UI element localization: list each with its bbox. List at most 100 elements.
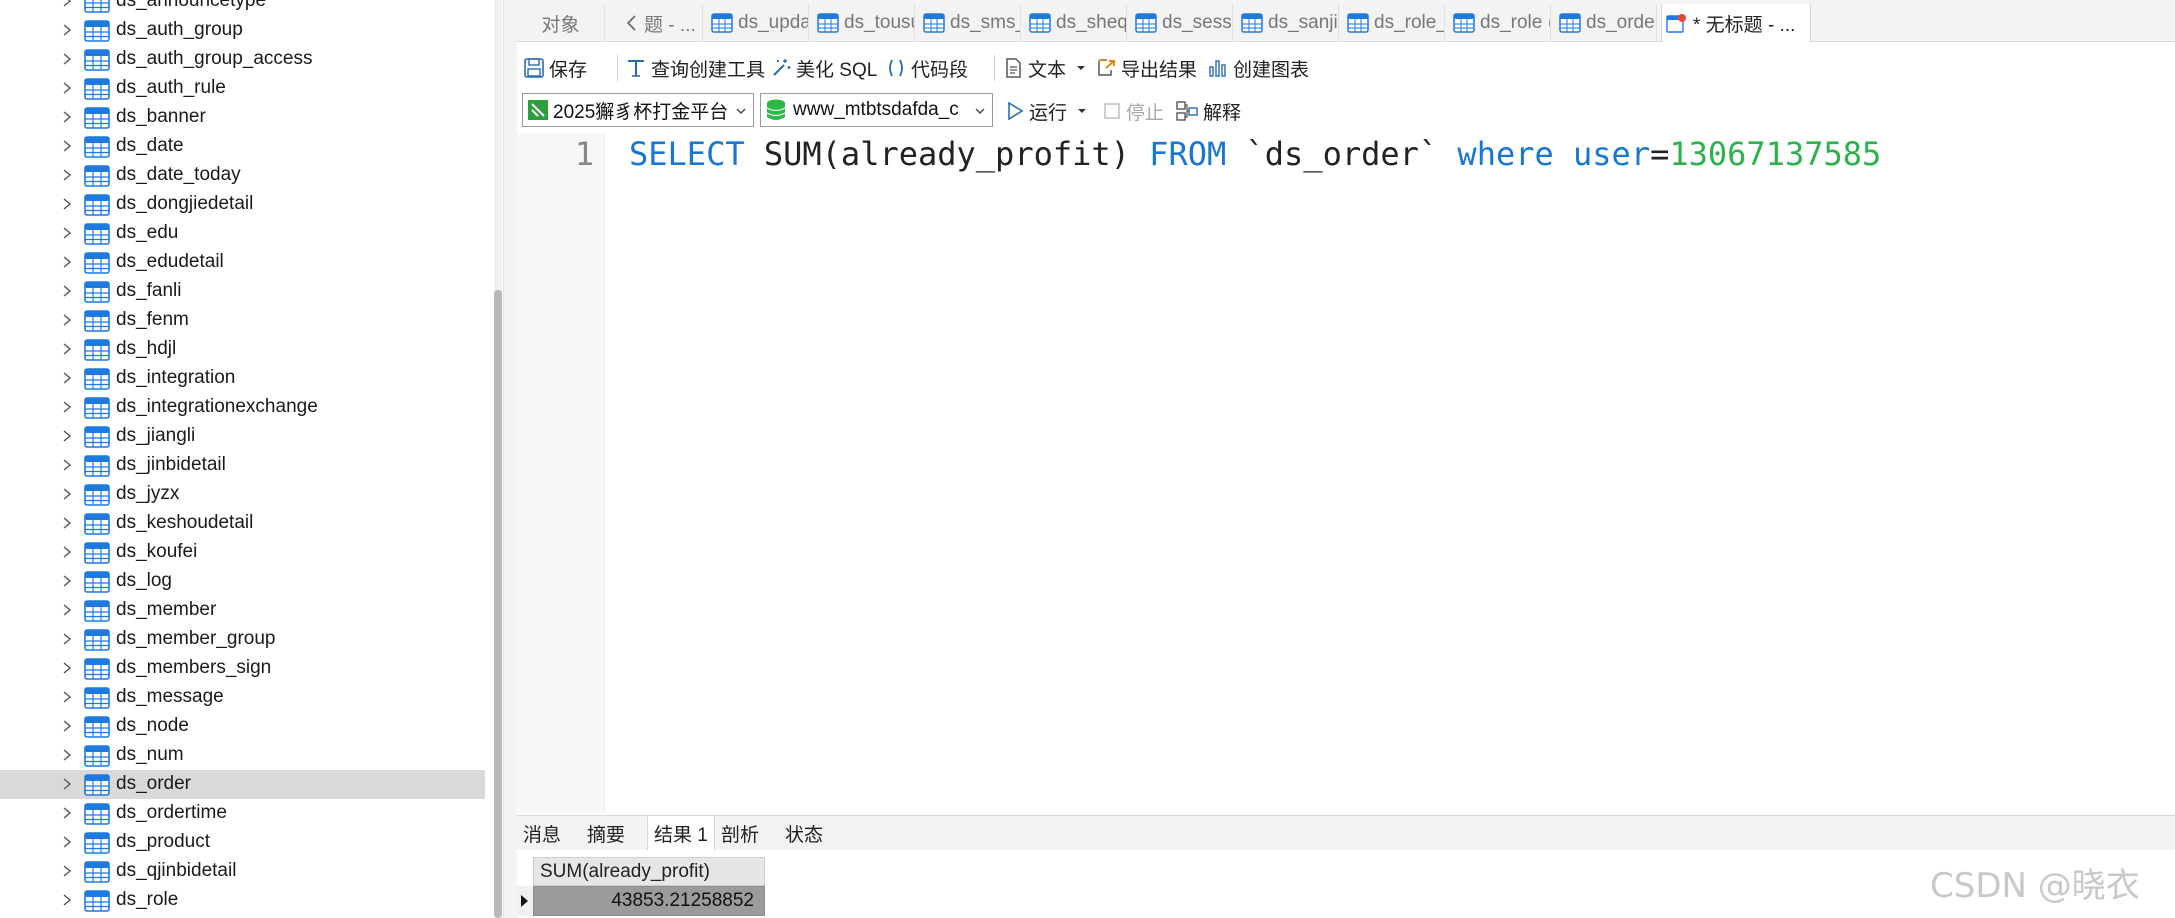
chevron-right-icon[interactable] xyxy=(60,777,74,791)
tab-item[interactable]: ds_sms_lo... xyxy=(919,4,1021,42)
chevron-right-icon[interactable] xyxy=(60,52,74,66)
chevron-right-icon[interactable] xyxy=(60,255,74,269)
tree-item[interactable]: ds_integrationexchange xyxy=(0,393,485,422)
tree-item[interactable]: ds_ordertime xyxy=(0,799,485,828)
chevron-right-icon[interactable] xyxy=(60,835,74,849)
chevron-right-icon[interactable] xyxy=(60,139,74,153)
export-result-button[interactable]: 导出结果 xyxy=(1095,53,1197,83)
chevron-right-icon[interactable] xyxy=(60,371,74,385)
result-tab[interactable]: 消息 xyxy=(517,816,567,851)
tab-item[interactable]: ds_tousu ... xyxy=(813,4,915,42)
chevron-right-icon[interactable] xyxy=(60,342,74,356)
tree-item[interactable]: ds_jiangli xyxy=(0,422,485,451)
database-select[interactable]: www_mtbtsdafda_c xyxy=(760,93,993,127)
result-tab[interactable]: 结果 1 xyxy=(647,816,715,851)
tree-item[interactable]: ds_auth_group_access xyxy=(0,45,485,74)
result-cell[interactable]: 43853.21258852 xyxy=(533,886,765,916)
chevron-right-icon[interactable] xyxy=(60,0,74,8)
tree-item[interactable]: ds_order xyxy=(0,770,485,799)
save-button[interactable]: 保存 xyxy=(523,53,587,83)
tree-item[interactable]: ds_date xyxy=(0,132,485,161)
chevron-right-icon[interactable] xyxy=(60,429,74,443)
chevron-right-icon[interactable] xyxy=(60,748,74,762)
chevron-right-icon[interactable] xyxy=(60,487,74,501)
stop-button[interactable]: 停止 xyxy=(1102,96,1164,126)
connection-select[interactable]: 2025獬豸杯打金平台 xyxy=(522,93,754,127)
tree-item[interactable]: ds_fenm xyxy=(0,306,485,335)
chevron-right-icon[interactable] xyxy=(60,864,74,878)
chevron-right-icon[interactable] xyxy=(60,110,74,124)
tree-item[interactable]: ds_hdjl xyxy=(0,335,485,364)
chevron-right-icon[interactable] xyxy=(60,690,74,704)
tree-item[interactable]: ds_koufei xyxy=(0,538,485,567)
chevron-right-icon[interactable] xyxy=(60,574,74,588)
tree-item[interactable]: ds_edudetail xyxy=(0,248,485,277)
chevron-right-icon[interactable] xyxy=(60,545,74,559)
tree-item[interactable]: ds_announcetype xyxy=(0,0,485,16)
row-marker[interactable] xyxy=(517,886,533,916)
tree-item[interactable]: ds_log xyxy=(0,567,485,596)
chevron-right-icon[interactable] xyxy=(60,284,74,298)
tree-item[interactable]: ds_member_group xyxy=(0,625,485,654)
tree-item[interactable]: ds_keshoudetail xyxy=(0,509,485,538)
chevron-right-icon[interactable] xyxy=(60,806,74,820)
tab-item[interactable]: ds_order ... xyxy=(1555,4,1657,42)
code-line[interactable]: SELECT SUM(already_profit) FROM `ds_orde… xyxy=(629,135,1881,173)
code-snippet-button[interactable]: 代码段 xyxy=(885,53,968,83)
tree-item[interactable]: ds_node xyxy=(0,712,485,741)
chevron-right-icon[interactable] xyxy=(60,197,74,211)
chevron-right-icon[interactable] xyxy=(60,458,74,472)
chevron-right-icon[interactable] xyxy=(60,226,74,240)
chevron-right-icon[interactable] xyxy=(60,603,74,617)
result-column-header[interactable]: SUM(already_profit) xyxy=(533,857,765,886)
run-button[interactable]: 运行 xyxy=(1005,96,1093,126)
tree-item[interactable]: ds_jyzx xyxy=(0,480,485,509)
tree-item[interactable]: ds_num xyxy=(0,741,485,770)
chevron-right-icon[interactable] xyxy=(60,400,74,414)
tree-item[interactable]: ds_auth_rule xyxy=(0,74,485,103)
tree-item[interactable]: ds_auth_group xyxy=(0,16,485,45)
tree-item[interactable]: ds_jinbidetail xyxy=(0,451,485,480)
tree-item[interactable]: ds_qjinbidetail xyxy=(0,857,485,886)
tab-item[interactable]: ds_role @... xyxy=(1449,4,1551,42)
tree-item[interactable]: ds_member xyxy=(0,596,485,625)
sql-editor[interactable]: 1 SELECT SUM(already_profit) FROM `ds_or… xyxy=(517,133,2175,813)
chevron-right-icon[interactable] xyxy=(60,632,74,646)
tree-item[interactable]: ds_banner xyxy=(0,103,485,132)
text-button[interactable]: 文本 xyxy=(1002,53,1092,83)
tab-item[interactable]: ds_update... xyxy=(707,4,809,42)
tree-item[interactable]: ds_integration xyxy=(0,364,485,393)
chevron-right-icon[interactable] xyxy=(60,516,74,530)
chevron-right-icon[interactable] xyxy=(60,661,74,675)
tree-item[interactable]: ds_fanli xyxy=(0,277,485,306)
create-chart-button[interactable]: 创建图表 xyxy=(1207,53,1309,83)
beautify-sql-button[interactable]: 美化 SQL xyxy=(770,53,877,83)
sidebar-divider[interactable] xyxy=(503,0,517,918)
tree-item[interactable]: ds_date_today xyxy=(0,161,485,190)
tree-item[interactable]: ds_product xyxy=(0,828,485,857)
chevron-right-icon[interactable] xyxy=(60,168,74,182)
tab-item[interactable]: ds_role_us... xyxy=(1343,4,1445,42)
chevron-right-icon[interactable] xyxy=(60,23,74,37)
tree-item[interactable]: ds_message xyxy=(0,683,485,712)
result-tab[interactable]: 摘要 xyxy=(581,816,631,851)
tab-item[interactable]: ds_session ... xyxy=(1131,4,1233,42)
tab-item[interactable]: 对象 xyxy=(517,4,605,42)
tree-item[interactable]: ds_edu xyxy=(0,219,485,248)
tree-item[interactable]: ds_dongjiedetail xyxy=(0,190,485,219)
tree-item[interactable]: ds_role xyxy=(0,886,485,915)
tab-item[interactable]: * 无标题 - ... xyxy=(1661,4,1811,42)
tab-item[interactable]: ds_sanji @... xyxy=(1237,4,1339,42)
result-tab[interactable]: 剖析 xyxy=(715,816,765,851)
sidebar-scrollbar-thumb[interactable] xyxy=(494,290,502,918)
chevron-right-icon[interactable] xyxy=(60,719,74,733)
explain-button[interactable]: 解释 xyxy=(1175,96,1241,126)
query-builder-button[interactable]: 查询创建工具 xyxy=(625,53,765,83)
result-tab[interactable]: 状态 xyxy=(779,816,829,851)
chevron-right-icon[interactable] xyxy=(60,893,74,907)
chevron-right-icon[interactable] xyxy=(60,81,74,95)
tree-item[interactable]: ds_members_sign xyxy=(0,654,485,683)
chevron-right-icon[interactable] xyxy=(60,313,74,327)
tab-item[interactable]: 题 - ... xyxy=(621,4,703,42)
tab-item[interactable]: ds_shequn... xyxy=(1025,4,1127,42)
